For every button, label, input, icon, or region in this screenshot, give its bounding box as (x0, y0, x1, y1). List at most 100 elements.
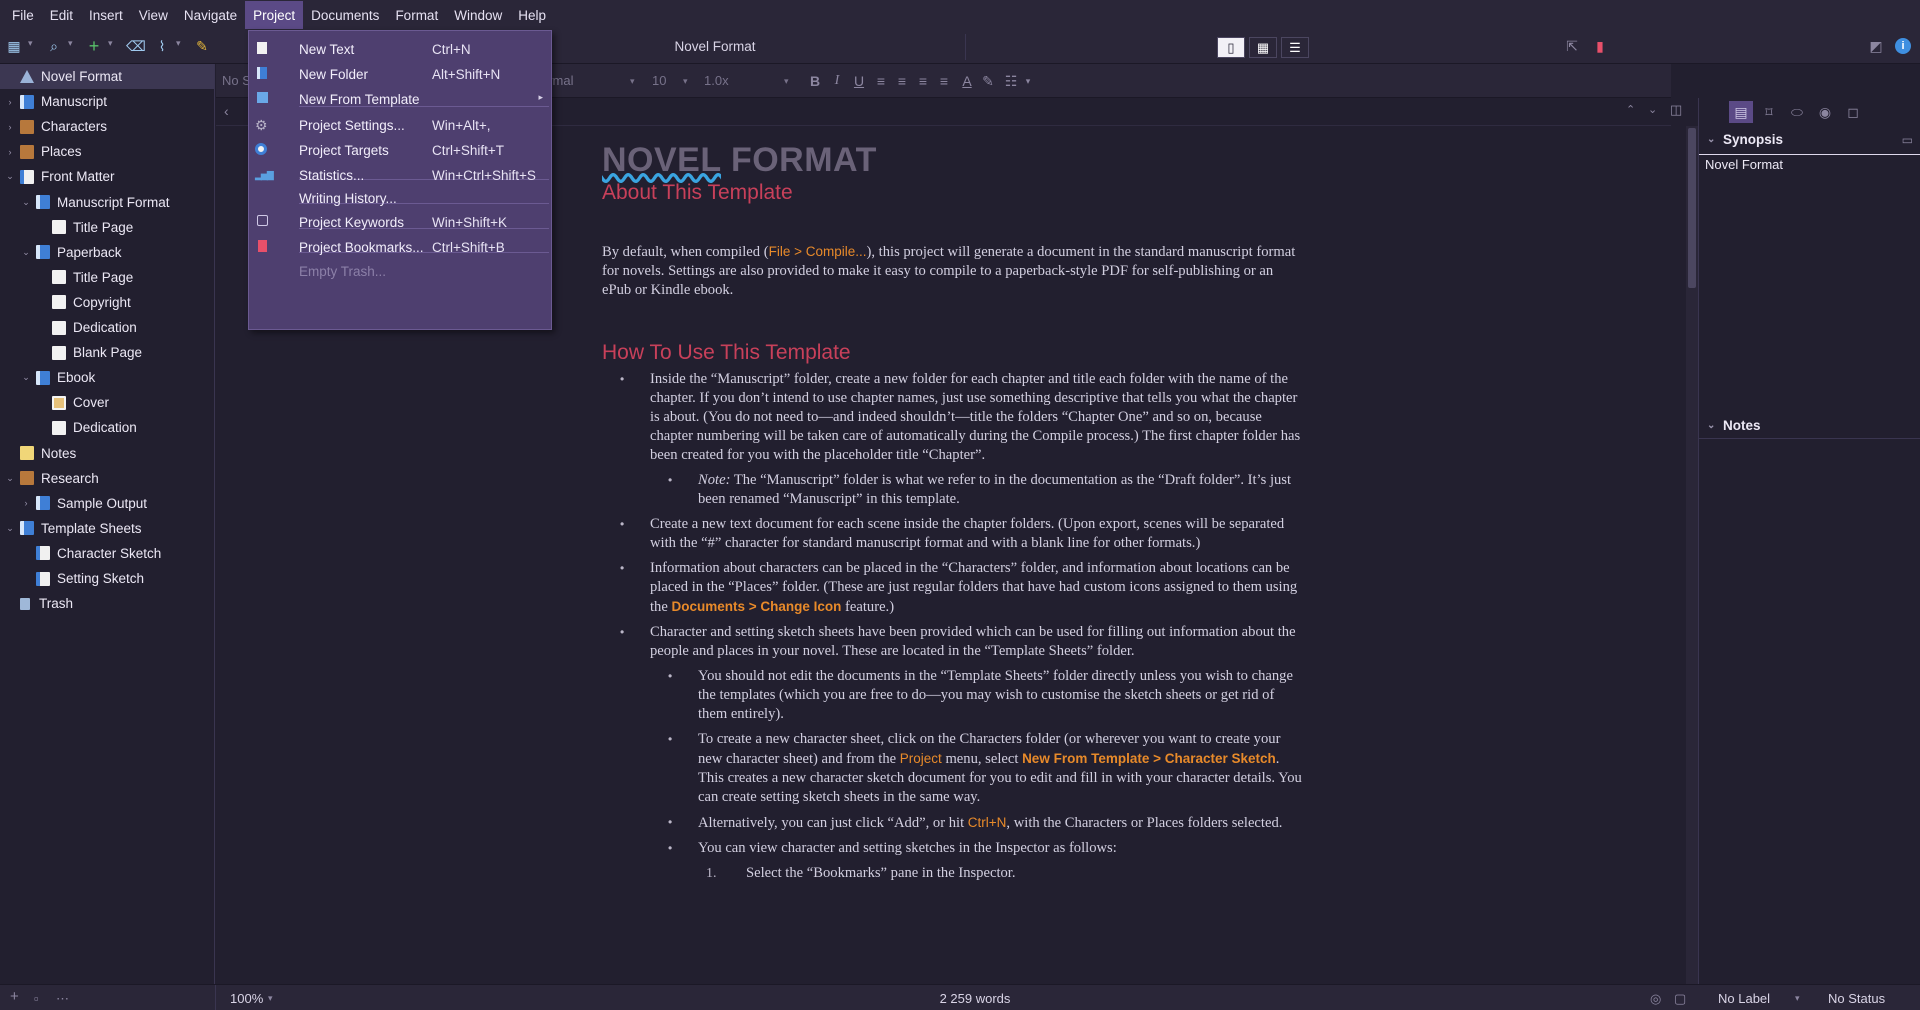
document-page[interactable]: NOVEL FORMAT About This Template By defa… (602, 140, 1302, 883)
chevron-down-icon[interactable]: ▾ (108, 38, 113, 49)
chevron-down-icon[interactable]: ▾ (784, 70, 789, 92)
new-folder-icon[interactable]: ▫ (34, 991, 39, 1006)
zoom-select[interactable]: 100% (230, 991, 263, 1006)
view-corkboard-button[interactable]: ▦ (1249, 37, 1277, 58)
binder-item[interactable]: Copyright (0, 290, 214, 315)
notes-header[interactable]: ⌄ Notes (1699, 414, 1920, 438)
bookmarks-tab-icon[interactable]: ⌑ (1757, 101, 1781, 123)
binder-item[interactable]: Cover (0, 390, 214, 415)
disclosure-arrow-icon[interactable]: ⌄ (4, 523, 16, 534)
attachment-icon[interactable]: ⌇ (154, 38, 170, 54)
chevron-down-icon[interactable]: ▾ (630, 70, 635, 92)
menu-view[interactable]: View (131, 1, 176, 29)
menu-documents[interactable]: Documents (303, 1, 387, 29)
synopsis-text-area[interactable]: Novel Format (1699, 154, 1920, 380)
binder-item[interactable]: ⌄ Paperback (0, 240, 214, 265)
menu-navigate[interactable]: Navigate (176, 1, 245, 29)
editor-scrollbar[interactable] (1686, 126, 1698, 984)
menu-edit[interactable]: Edit (42, 1, 81, 29)
add-icon[interactable]: + (86, 37, 102, 55)
binder-item[interactable]: › Manuscript (0, 89, 214, 114)
menu-project[interactable]: Project (245, 1, 304, 29)
disclosure-arrow-icon[interactable]: ⌄ (4, 473, 16, 484)
disclosure-arrow-icon[interactable]: ⌄ (20, 247, 32, 258)
chevron-down-icon[interactable]: ▾ (28, 38, 33, 49)
highlight-icon[interactable]: ✎ (979, 71, 997, 91)
chevron-up-icon[interactable]: ⌃ (1626, 103, 1635, 116)
style-select[interactable]: ormal (541, 70, 656, 92)
compose-icon[interactable]: ✎ (194, 38, 210, 54)
chevron-down-icon[interactable]: ▾ (683, 70, 688, 92)
disclosure-arrow-icon[interactable]: › (4, 147, 16, 157)
italic-button[interactable]: I (828, 71, 846, 91)
binder-item[interactable]: ⌄ Research (0, 466, 214, 491)
menu-item-project-keywords[interactable]: Project Keywords Win+Shift+K (249, 209, 551, 235)
synopsis-header[interactable]: ⌄ Synopsis ▭ (1699, 128, 1920, 152)
bookmark-icon[interactable]: ▮ (1592, 38, 1608, 54)
chevron-down-icon[interactable]: ▾ (1019, 71, 1037, 91)
menu-item-new-folder[interactable]: New Folder Alt+Shift+N (249, 61, 551, 87)
menu-window[interactable]: Window (446, 1, 510, 29)
binder-item[interactable]: Dedication (0, 315, 214, 340)
binder-item[interactable]: ⌄ Ebook (0, 365, 214, 390)
comments-tab-icon[interactable]: ◻ (1841, 101, 1865, 123)
disclosure-arrow-icon[interactable]: › (20, 498, 32, 508)
chevron-down-icon[interactable]: ▾ (1795, 993, 1800, 1004)
image-icon[interactable]: ▭ (1902, 128, 1913, 152)
binder-item[interactable]: Trash (0, 591, 214, 616)
binder-item[interactable]: › Places (0, 139, 214, 164)
label-select[interactable]: No Label (1718, 991, 1770, 1006)
notes-text-area[interactable] (1699, 438, 1920, 978)
text-color-icon[interactable]: A (958, 71, 976, 91)
target-icon[interactable]: ◎ (1650, 991, 1661, 1007)
split-view-icon[interactable]: ◫ (1670, 102, 1682, 118)
status-select[interactable]: No Status (1828, 991, 1885, 1006)
binder-item[interactable]: Novel Format (0, 64, 214, 89)
menu-item-writing-history[interactable]: Writing History... (249, 185, 551, 211)
metadata-tab-icon[interactable]: ⬭ (1785, 101, 1809, 123)
menu-item-project-targets[interactable]: Project Targets Ctrl+Shift+T (249, 137, 551, 163)
binder-item[interactable]: ⌄ Template Sheets (0, 516, 214, 541)
add-icon[interactable]: + (10, 988, 19, 1005)
underline-button[interactable]: U (850, 71, 868, 91)
trash-icon[interactable]: ⌫ (126, 38, 146, 54)
menu-file[interactable]: File (4, 1, 42, 29)
align-justify-icon[interactable]: ≡ (914, 71, 932, 91)
chevron-down-icon[interactable]: ⌄ (1707, 128, 1715, 152)
binder-item[interactable]: Notes (0, 441, 214, 466)
line-spacing-select[interactable]: 1.0x (704, 70, 774, 92)
binder-item[interactable]: Title Page (0, 265, 214, 290)
binder-item[interactable]: ⌄ Front Matter (0, 164, 214, 189)
menu-help[interactable]: Help (510, 1, 554, 29)
notes-tab-icon[interactable]: ▤ (1729, 101, 1753, 123)
binder-item[interactable]: ⌄ Manuscript Format (0, 190, 214, 215)
chevron-down-icon[interactable]: ⌄ (1707, 414, 1715, 438)
menu-item-new-text[interactable]: New Text Ctrl+N (249, 36, 551, 62)
scrollbar-thumb[interactable] (1688, 128, 1696, 288)
chevron-down-icon[interactable]: ⌄ (1648, 103, 1657, 116)
info-icon[interactable]: i (1895, 38, 1911, 54)
snapshots-tab-icon[interactable]: ◉ (1813, 101, 1837, 123)
back-arrow-icon[interactable]: ‹ (224, 103, 229, 119)
disclosure-arrow-icon[interactable]: ⌄ (20, 372, 32, 383)
bold-button[interactable]: B (806, 71, 824, 91)
menu-item-new-from-template[interactable]: New From Template ▸ (249, 86, 551, 112)
disclosure-arrow-icon[interactable]: › (4, 97, 16, 107)
binder-item[interactable]: Dedication (0, 415, 214, 440)
binder-item[interactable]: › Characters (0, 114, 214, 139)
comment-icon[interactable]: ▢ (1674, 991, 1686, 1007)
binder-item[interactable]: Character Sketch (0, 541, 214, 566)
disclosure-arrow-icon[interactable]: ⌄ (20, 197, 32, 208)
align-right-icon[interactable]: ≡ (935, 71, 953, 91)
binder-toggle-icon[interactable]: ▦ (6, 38, 22, 54)
view-outline-button[interactable]: ☰ (1281, 37, 1309, 58)
menu-item-project-settings[interactable]: ⚙ Project Settings... Win+Alt+, (249, 112, 551, 138)
more-icon[interactable]: ⋯ (56, 991, 69, 1007)
binder-item[interactable]: Title Page (0, 215, 214, 240)
chevron-down-icon[interactable]: ▾ (268, 993, 273, 1004)
chevron-down-icon[interactable]: ▾ (68, 38, 73, 49)
share-icon[interactable]: ⇱ (1564, 38, 1580, 54)
menu-format[interactable]: Format (387, 1, 446, 29)
list-icon[interactable]: ☷ (1002, 71, 1020, 91)
menu-item-project-bookmarks[interactable]: Project Bookmarks... Ctrl+Shift+B (249, 234, 551, 260)
